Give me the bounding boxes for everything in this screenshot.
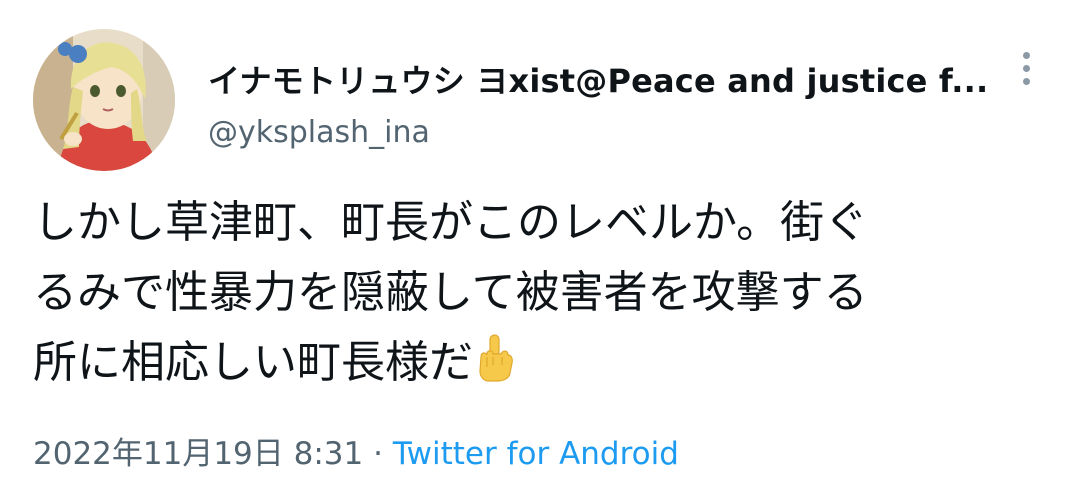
more-options-icon[interactable] — [1012, 52, 1040, 94]
avatar-illustration — [33, 29, 175, 171]
tweet-text-line: しかし草津町、町長がこのレベルか。街ぐ — [33, 197, 869, 248]
tweet-source-link[interactable]: Twitter for Android — [393, 436, 679, 472]
middle-finger-emoji-icon — [479, 334, 513, 382]
tweet-meta: 2022年11月19日 8:31 · Twitter for Android — [33, 428, 679, 473]
avatar[interactable] — [33, 29, 175, 171]
tweet-text: しかし草津町、町長がこのレベルか。街ぐ るみで性暴力を隠蔽して被害者を攻撃する … — [33, 188, 1033, 398]
tweet-card: イナモトリュウシ ヨxist@Peace and justice f... @y… — [0, 0, 1080, 495]
tweet-text-line-content: 所に相応しい町長様だ — [33, 337, 473, 388]
tweet-text-line: るみで性暴力を隠蔽して被害者を攻撃する — [33, 267, 868, 318]
display-name[interactable]: イナモトリュウシ ヨxist@Peace and justice f... — [208, 56, 988, 102]
meta-separator: · — [373, 436, 383, 472]
tweet-text-line-last: 所に相応しい町長様だ — [33, 328, 1033, 398]
user-handle[interactable]: @yksplash_ina — [208, 115, 430, 150]
tweet-timestamp[interactable]: 2022年11月19日 8:31 — [33, 436, 363, 472]
